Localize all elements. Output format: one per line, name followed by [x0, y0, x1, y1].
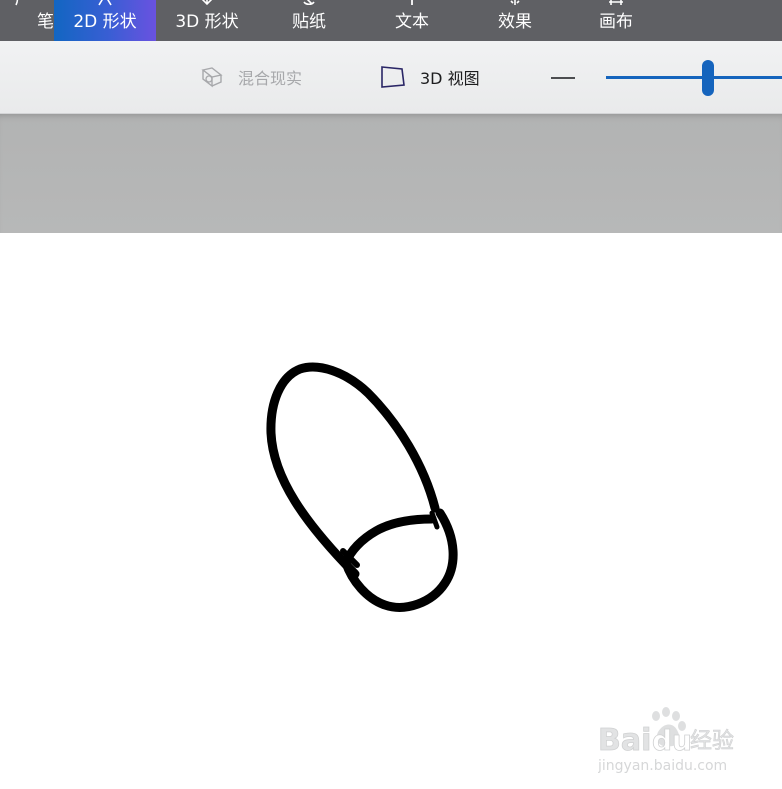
watermark-domain: jingyan.baidu.com — [598, 758, 727, 774]
top-ribbon: 笔 2D 形状 3D 形状 贴纸 文本 效果 画布 — [0, 0, 782, 41]
effects-icon — [510, 0, 520, 5]
brush-icon — [15, 0, 19, 6]
baidu-jingyan-watermark: Bai du 经验 jingyan.baidu.com — [597, 704, 748, 778]
tab-brushes-label: 笔 — [37, 12, 54, 32]
mixed-reality-icon — [201, 67, 223, 88]
watermark-brand2: du — [652, 724, 692, 757]
sticker-icon — [303, 0, 315, 6]
tab-canvas[interactable]: 画布 — [566, 0, 666, 41]
tab-canvas-label: 画布 — [599, 12, 633, 32]
3d-view-label: 3D 视图 — [420, 69, 480, 88]
mixed-reality-button[interactable]: 混合现实 — [200, 60, 302, 94]
tab-stickers[interactable]: 贴纸 — [258, 0, 360, 41]
tab-text[interactable]: 文本 — [360, 0, 464, 41]
tab-effects-label: 效果 — [498, 12, 532, 32]
tab-2d-shapes[interactable]: 2D 形状 — [54, 0, 156, 41]
3d-view-icon — [381, 66, 405, 88]
tab-brushes[interactable]: 笔 — [0, 0, 54, 41]
tab-text-label: 文本 — [395, 12, 429, 32]
watermark-product: 经验 — [690, 729, 734, 754]
tab-stickers-label: 贴纸 — [292, 12, 326, 32]
tab-2d-shapes-label: 2D 形状 — [73, 12, 137, 32]
baidu-paw-logo: Bai du 经验 jingyan.baidu.com — [597, 707, 734, 774]
zoom-slider-track[interactable] — [606, 76, 782, 79]
tab-3d-shapes[interactable]: 3D 形状 — [156, 0, 258, 41]
outer-oval-stroke — [266, 362, 440, 579]
2d-shapes-icon — [98, 0, 112, 6]
canvas-icon — [609, 0, 623, 5]
text-icon — [411, 0, 413, 5]
3d-view-button[interactable]: 3D 视图 — [380, 60, 480, 94]
3d-shapes-icon — [201, 0, 213, 6]
zoom-out-button[interactable] — [551, 77, 575, 79]
watermark-brand: Bai — [598, 723, 651, 758]
zoom-slider-thumb[interactable] — [702, 60, 715, 96]
tab-effects[interactable]: 效果 — [464, 0, 566, 41]
mixed-reality-label: 混合现实 — [238, 69, 303, 88]
tab-3d-shapes-label: 3D 形状 — [175, 12, 239, 32]
workspace-background — [0, 114, 782, 233]
